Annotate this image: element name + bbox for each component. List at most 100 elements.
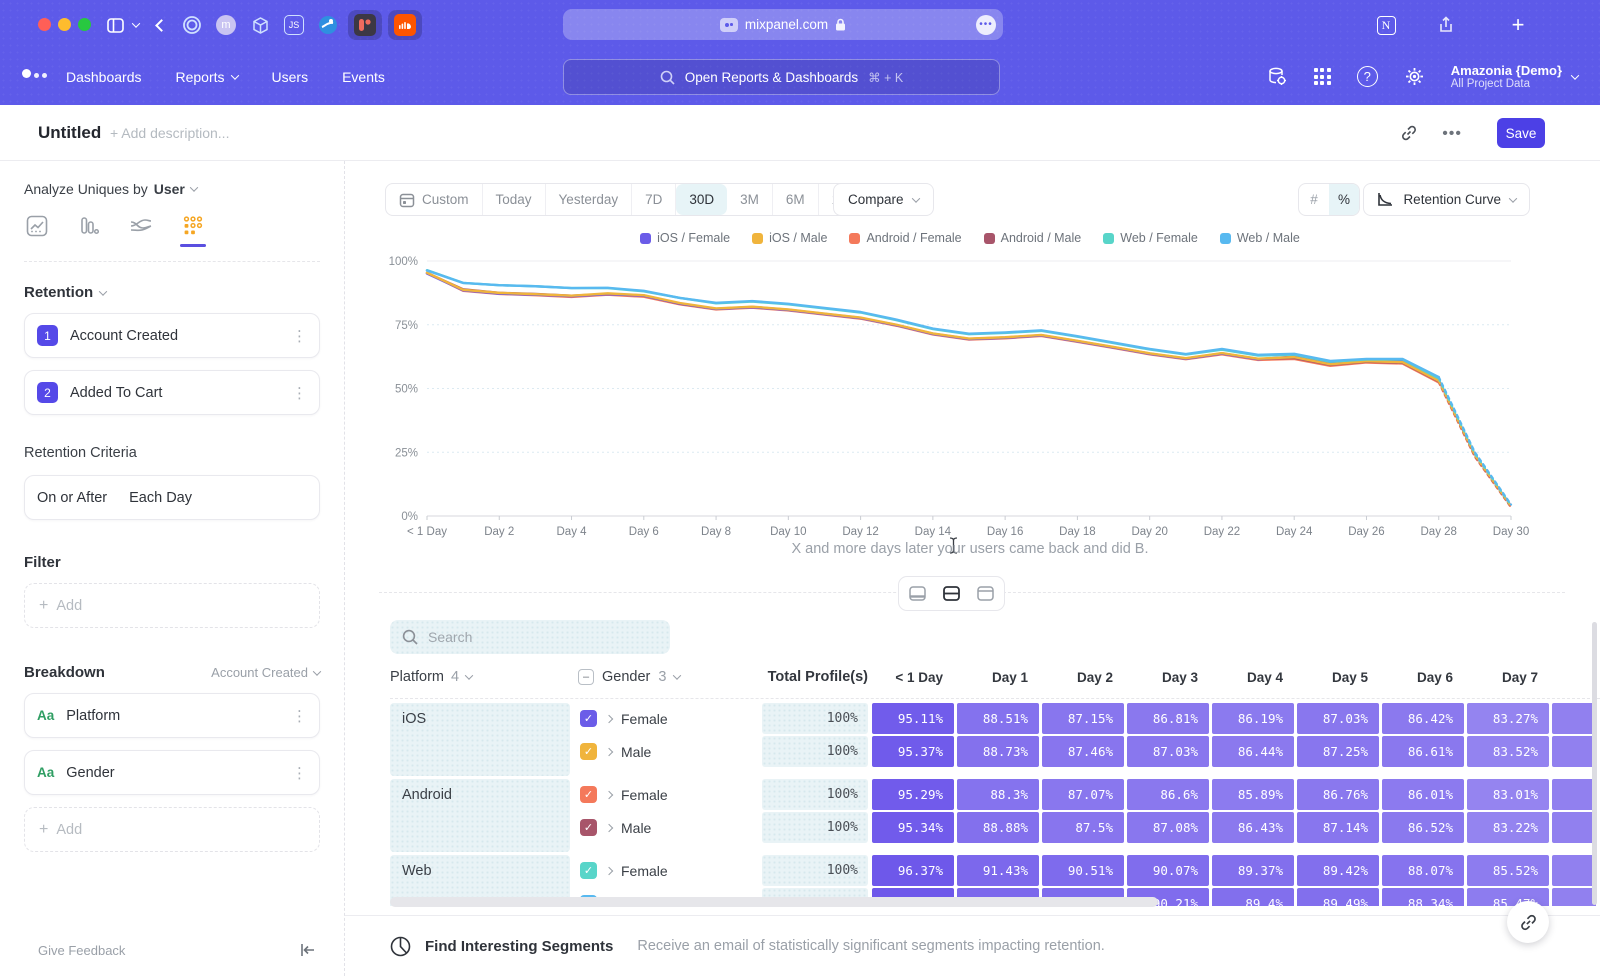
gender-select-all-checkbox[interactable]: – bbox=[578, 669, 594, 685]
day-column-header[interactable]: Day 1 bbox=[957, 670, 1042, 685]
minimize-window-button[interactable] bbox=[58, 18, 71, 31]
retention-chart[interactable]: 100%75%50%25%0%< 1 DayDay 2Day 4Day 6Day… bbox=[375, 246, 1565, 546]
tab-flows[interactable] bbox=[128, 215, 154, 247]
expand-chevron-icon[interactable] bbox=[605, 866, 613, 874]
segment-checkbox[interactable]: ✓ bbox=[580, 786, 597, 803]
retention-value-cell[interactable]: 95.37% bbox=[872, 736, 954, 767]
settings-gear-icon[interactable] bbox=[1404, 66, 1425, 87]
notion-icon[interactable]: N bbox=[1374, 13, 1398, 37]
day-column-header[interactable]: Day 5 bbox=[1297, 670, 1382, 685]
retention-value-cell[interactable]: 95.34% bbox=[872, 812, 954, 843]
retention-value-cell[interactable]: 87.03% bbox=[1297, 703, 1379, 734]
add-breakdown-button[interactable]: +Add bbox=[24, 807, 320, 852]
segment-checkbox[interactable]: ✓ bbox=[580, 819, 597, 836]
retention-value-cell[interactable]: 88.07% bbox=[1382, 855, 1464, 886]
day-column-header[interactable]: Day 2 bbox=[1042, 670, 1127, 685]
retention-value-cell[interactable]: 88.3% bbox=[957, 779, 1039, 810]
kebab-menu-icon[interactable]: ⋮ bbox=[292, 764, 307, 782]
maximize-window-button[interactable] bbox=[78, 18, 91, 31]
retention-value-cell[interactable]: 90.51% bbox=[1042, 855, 1124, 886]
globe-app-icon[interactable] bbox=[316, 13, 340, 37]
retention-value-cell[interactable]: 95.29% bbox=[872, 779, 954, 810]
orange-app-tab-icon[interactable] bbox=[388, 10, 422, 40]
retention-value-cell[interactable]: 87.5% bbox=[1042, 812, 1124, 843]
retention-value-cell[interactable]: 86.61% bbox=[1382, 736, 1464, 767]
close-window-button[interactable] bbox=[38, 18, 51, 31]
total-profiles-cell[interactable]: 100% bbox=[762, 779, 868, 810]
retention-value-cell[interactable]: 87.46% bbox=[1042, 736, 1124, 767]
retention-value-cell[interactable]: 88.73% bbox=[957, 736, 1039, 767]
vertical-scrollbar[interactable] bbox=[1592, 622, 1597, 905]
day-column-header[interactable]: Day 4 bbox=[1212, 670, 1297, 685]
url-more-button[interactable]: ••• bbox=[976, 15, 996, 35]
collapse-sidebar-icon[interactable] bbox=[300, 943, 316, 957]
legend-item[interactable]: Web / Male bbox=[1220, 231, 1300, 245]
retention-value-cell[interactable]: 87.07% bbox=[1042, 779, 1124, 810]
retention-value-cell[interactable]: 86.81% bbox=[1127, 703, 1209, 734]
total-profiles-cell[interactable]: 100% bbox=[762, 736, 868, 767]
save-button[interactable]: Save bbox=[1497, 118, 1545, 148]
retention-step-2[interactable]: 2Added To Cart⋮ bbox=[24, 370, 320, 415]
total-profiles-cell[interactable]: 100% bbox=[762, 855, 868, 886]
unit-count-button[interactable]: # bbox=[1299, 184, 1329, 215]
nav-link-users[interactable]: Users bbox=[272, 69, 309, 85]
legend-item[interactable]: Web / Female bbox=[1103, 231, 1198, 245]
retention-value-cell[interactable]: 89.42% bbox=[1297, 855, 1379, 886]
chart-view-button[interactable] bbox=[902, 580, 933, 607]
segment-checkbox[interactable]: ✓ bbox=[580, 743, 597, 760]
expand-chevron-icon[interactable] bbox=[605, 790, 613, 798]
retention-value-cell[interactable]: 86.6% bbox=[1127, 779, 1209, 810]
segment-checkbox[interactable]: ✓ bbox=[580, 862, 597, 879]
retention-value-cell[interactable]: 83.01% bbox=[1467, 779, 1549, 810]
range-30d[interactable]: 30D bbox=[676, 184, 727, 215]
horizontal-scrollbar[interactable] bbox=[390, 897, 1158, 907]
retention-value-cell[interactable]: 86.76% bbox=[1297, 779, 1379, 810]
new-tab-icon[interactable]: + bbox=[1506, 13, 1530, 37]
help-icon[interactable]: ? bbox=[1357, 66, 1378, 87]
share-link-fab[interactable] bbox=[1507, 901, 1549, 943]
ring-app-icon[interactable] bbox=[180, 13, 204, 37]
avatar-app-icon[interactable]: m bbox=[214, 13, 238, 37]
retention-value-cell[interactable]: 86.52% bbox=[1382, 812, 1464, 843]
retention-value-cell[interactable]: 83.52% bbox=[1467, 736, 1549, 767]
red-app-tab-icon[interactable] bbox=[348, 10, 382, 40]
retention-value-cell[interactable]: 85.52% bbox=[1467, 855, 1549, 886]
nav-link-reports[interactable]: Reports bbox=[176, 69, 238, 85]
day-column-header[interactable]: Day 3 bbox=[1127, 670, 1212, 685]
retention-value-cell[interactable]: 86.44% bbox=[1212, 736, 1294, 767]
global-search[interactable]: Open Reports & Dashboards ⌘ + K bbox=[563, 59, 1000, 95]
platform-cell[interactable]: iOS bbox=[390, 703, 570, 776]
retention-section-header[interactable]: Retention bbox=[24, 284, 320, 301]
add-description[interactable]: + Add description... bbox=[110, 125, 229, 141]
retention-value-cell[interactable]: 86.19% bbox=[1212, 703, 1294, 734]
retention-value-cell[interactable]: 87.25% bbox=[1297, 736, 1379, 767]
back-icon[interactable] bbox=[150, 13, 172, 37]
project-switcher[interactable]: Amazonia {Demo} All Project Data bbox=[1451, 63, 1578, 90]
retention-value-cell[interactable]: 88.34% bbox=[1382, 888, 1464, 906]
platform-column-dropdown[interactable]: Platform 4 bbox=[390, 669, 578, 685]
chevron-down-icon[interactable] bbox=[128, 13, 144, 37]
split-view-button[interactable] bbox=[936, 580, 967, 607]
breakdown-prop-platform[interactable]: AaPlatform⋮ bbox=[24, 693, 320, 738]
unit-percent-button[interactable]: % bbox=[1329, 184, 1359, 215]
retention-value-cell[interactable]: 88.51% bbox=[957, 703, 1039, 734]
total-profiles-cell[interactable]: 100% bbox=[762, 812, 868, 843]
range-3m[interactable]: 3M bbox=[727, 184, 773, 215]
retention-value-cell[interactable]: 86.43% bbox=[1212, 812, 1294, 843]
retention-value-cell[interactable]: 95.11% bbox=[872, 703, 954, 734]
retention-value-cell[interactable]: 89.37% bbox=[1212, 855, 1294, 886]
retention-value-cell[interactable]: 87.15% bbox=[1042, 703, 1124, 734]
find-segments-bar[interactable]: Find Interesting Segments Receive an ema… bbox=[345, 915, 1600, 976]
day-column-header[interactable]: < 1 Day bbox=[872, 670, 957, 685]
copy-link-icon[interactable] bbox=[1400, 124, 1418, 142]
expand-chevron-icon[interactable] bbox=[605, 747, 613, 755]
retention-value-cell[interactable]: 88.88% bbox=[957, 812, 1039, 843]
nav-link-dashboards[interactable]: Dashboards bbox=[66, 69, 142, 85]
js-app-icon[interactable]: JS bbox=[282, 13, 306, 37]
retention-value-cell[interactable]: 85.89% bbox=[1212, 779, 1294, 810]
chart-type-dropdown[interactable]: Retention Curve bbox=[1363, 183, 1530, 216]
kebab-menu-icon[interactable]: ⋮ bbox=[292, 327, 307, 345]
breakdown-scope-dropdown[interactable]: Account Created bbox=[211, 665, 320, 680]
range-7d[interactable]: 7D bbox=[632, 184, 676, 215]
tab-funnels[interactable] bbox=[76, 215, 102, 247]
